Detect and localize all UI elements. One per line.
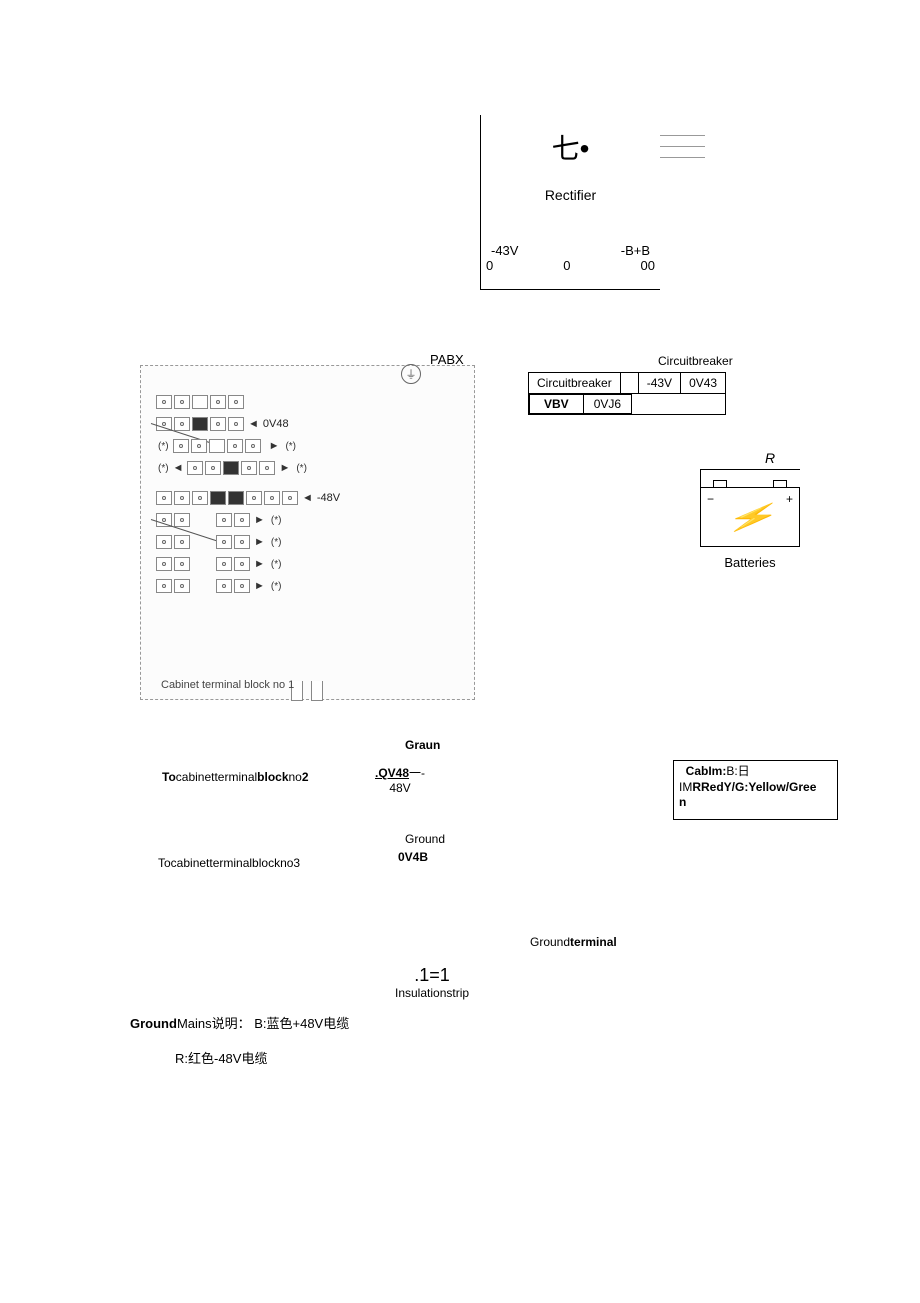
- qv48-label: .QV48一- 48V: [375, 764, 425, 795]
- cabim-l2a: IM: [679, 780, 692, 794]
- terminal-block-inner: ⏚ ◄0V48 (*): [141, 366, 474, 612]
- table-row: Circuitbreaker -43V 0V43: [529, 373, 726, 394]
- terminal-row: ►(*): [156, 575, 459, 597]
- graun-label: Graun: [405, 738, 440, 752]
- rectifier-zero-3: 00: [641, 258, 655, 273]
- battery-group: R − + ⚡ Batteries: [690, 450, 810, 570]
- breaker-table: Circuitbreaker -43V 0V43 VBV 0VJ6: [528, 372, 726, 415]
- rectifier-box: 七• Rectifier -43V -B+B 0 0 00: [480, 115, 660, 290]
- rectifier-v-right: -B+B: [621, 243, 650, 258]
- ground-mains-note: GroundMains说明： B:蓝色+48V电缆: [130, 1013, 349, 1032]
- battery-r-label: R: [730, 450, 810, 466]
- breaker-title: Circuitbreaker: [658, 354, 733, 368]
- insulation-strip-group: .1=1 Insulationstrip: [395, 965, 469, 1000]
- rectifier-v-left: -43V: [491, 243, 518, 258]
- terminal-row: ►(*): [156, 553, 459, 575]
- rectifier-lead: [660, 157, 705, 158]
- battery-terminal-left: [713, 480, 727, 488]
- breaker-cell-empty: [620, 373, 638, 394]
- battery-label: Batteries: [690, 555, 810, 570]
- label-0v48: 0V48: [263, 418, 289, 430]
- breaker-cell-v2: 0V43: [681, 373, 726, 394]
- rectifier-voltages: -43V -B+B: [481, 243, 660, 258]
- terminal-legs: [291, 681, 323, 701]
- battery-bolt-icon: ⚡: [724, 502, 776, 533]
- cabim-l2b: RRedY/G:Yellow/Gree: [692, 780, 816, 794]
- terminal-row: (*) ►(*): [156, 435, 459, 457]
- rectifier-zero-2: 0: [563, 258, 570, 273]
- battery-terminal-right: [773, 480, 787, 488]
- ground-label-middle: Ground: [405, 832, 445, 846]
- to-block-2-label: Tocabinetterminalblockno2: [162, 770, 309, 784]
- breaker-vbv: VBV: [530, 395, 584, 414]
- ground-symbol-icon: ⏚: [401, 364, 421, 384]
- rectifier-lead: [660, 146, 705, 147]
- label-0v4b: 0V4B: [398, 850, 428, 864]
- cabim-l1b: B:日: [726, 764, 749, 778]
- terminal-row: [156, 391, 459, 413]
- rectifier-leads: [660, 135, 705, 168]
- terminal-block-caption: Cabinet terminal block no 1: [161, 679, 294, 691]
- terminal-row: ◄0V48: [156, 413, 459, 435]
- cabim-l1a: CabIm:: [686, 764, 727, 778]
- terminal-row: ►(*): [156, 531, 459, 553]
- terminal-rows: ◄0V48 (*) ►(*) (*)◄ ►(*): [156, 391, 459, 597]
- rectifier-lead: [660, 135, 705, 136]
- cabim-l3: n: [679, 795, 686, 809]
- insulation-number: .1=1: [395, 965, 469, 986]
- ground-terminal-label: Groundterminal: [530, 935, 617, 949]
- battery-plus: +: [786, 492, 793, 506]
- rectifier-bottom-row: 0 0 00: [481, 258, 660, 273]
- battery-box: − + ⚡: [700, 487, 800, 547]
- cabim-legend-box: CabIm:B:日 IMRRedY/G:Yellow/Gree n: [673, 760, 838, 820]
- circuit-breaker-area: Circuitbreaker Circuitbreaker -43V 0V43 …: [528, 354, 733, 415]
- to-block-3-label: Tocabinetterminalblockno3: [158, 856, 300, 870]
- cabinet-terminal-block-1: ⏚ ◄0V48 (*): [140, 365, 475, 700]
- insulation-label: Insulationstrip: [395, 986, 469, 1000]
- label-minus48v: -48V: [317, 492, 340, 504]
- breaker-cell-label: Circuitbreaker: [529, 373, 621, 394]
- rectifier-zero-1: 0: [486, 258, 493, 273]
- terminal-row: ►(*): [156, 509, 459, 531]
- table-row: VBV 0VJ6: [529, 394, 726, 415]
- rectifier-label: Rectifier: [481, 187, 660, 203]
- battery-minus: −: [707, 492, 714, 506]
- breaker-vj6: 0VJ6: [583, 395, 631, 414]
- r-red-note: R:红色-48V电缆: [175, 1048, 267, 1067]
- rectifier-symbol: 七•: [481, 127, 660, 167]
- terminal-row: ◄-48V: [156, 487, 459, 509]
- terminal-row: (*)◄ ►(*): [156, 457, 459, 479]
- breaker-cell-v1: -43V: [638, 373, 680, 394]
